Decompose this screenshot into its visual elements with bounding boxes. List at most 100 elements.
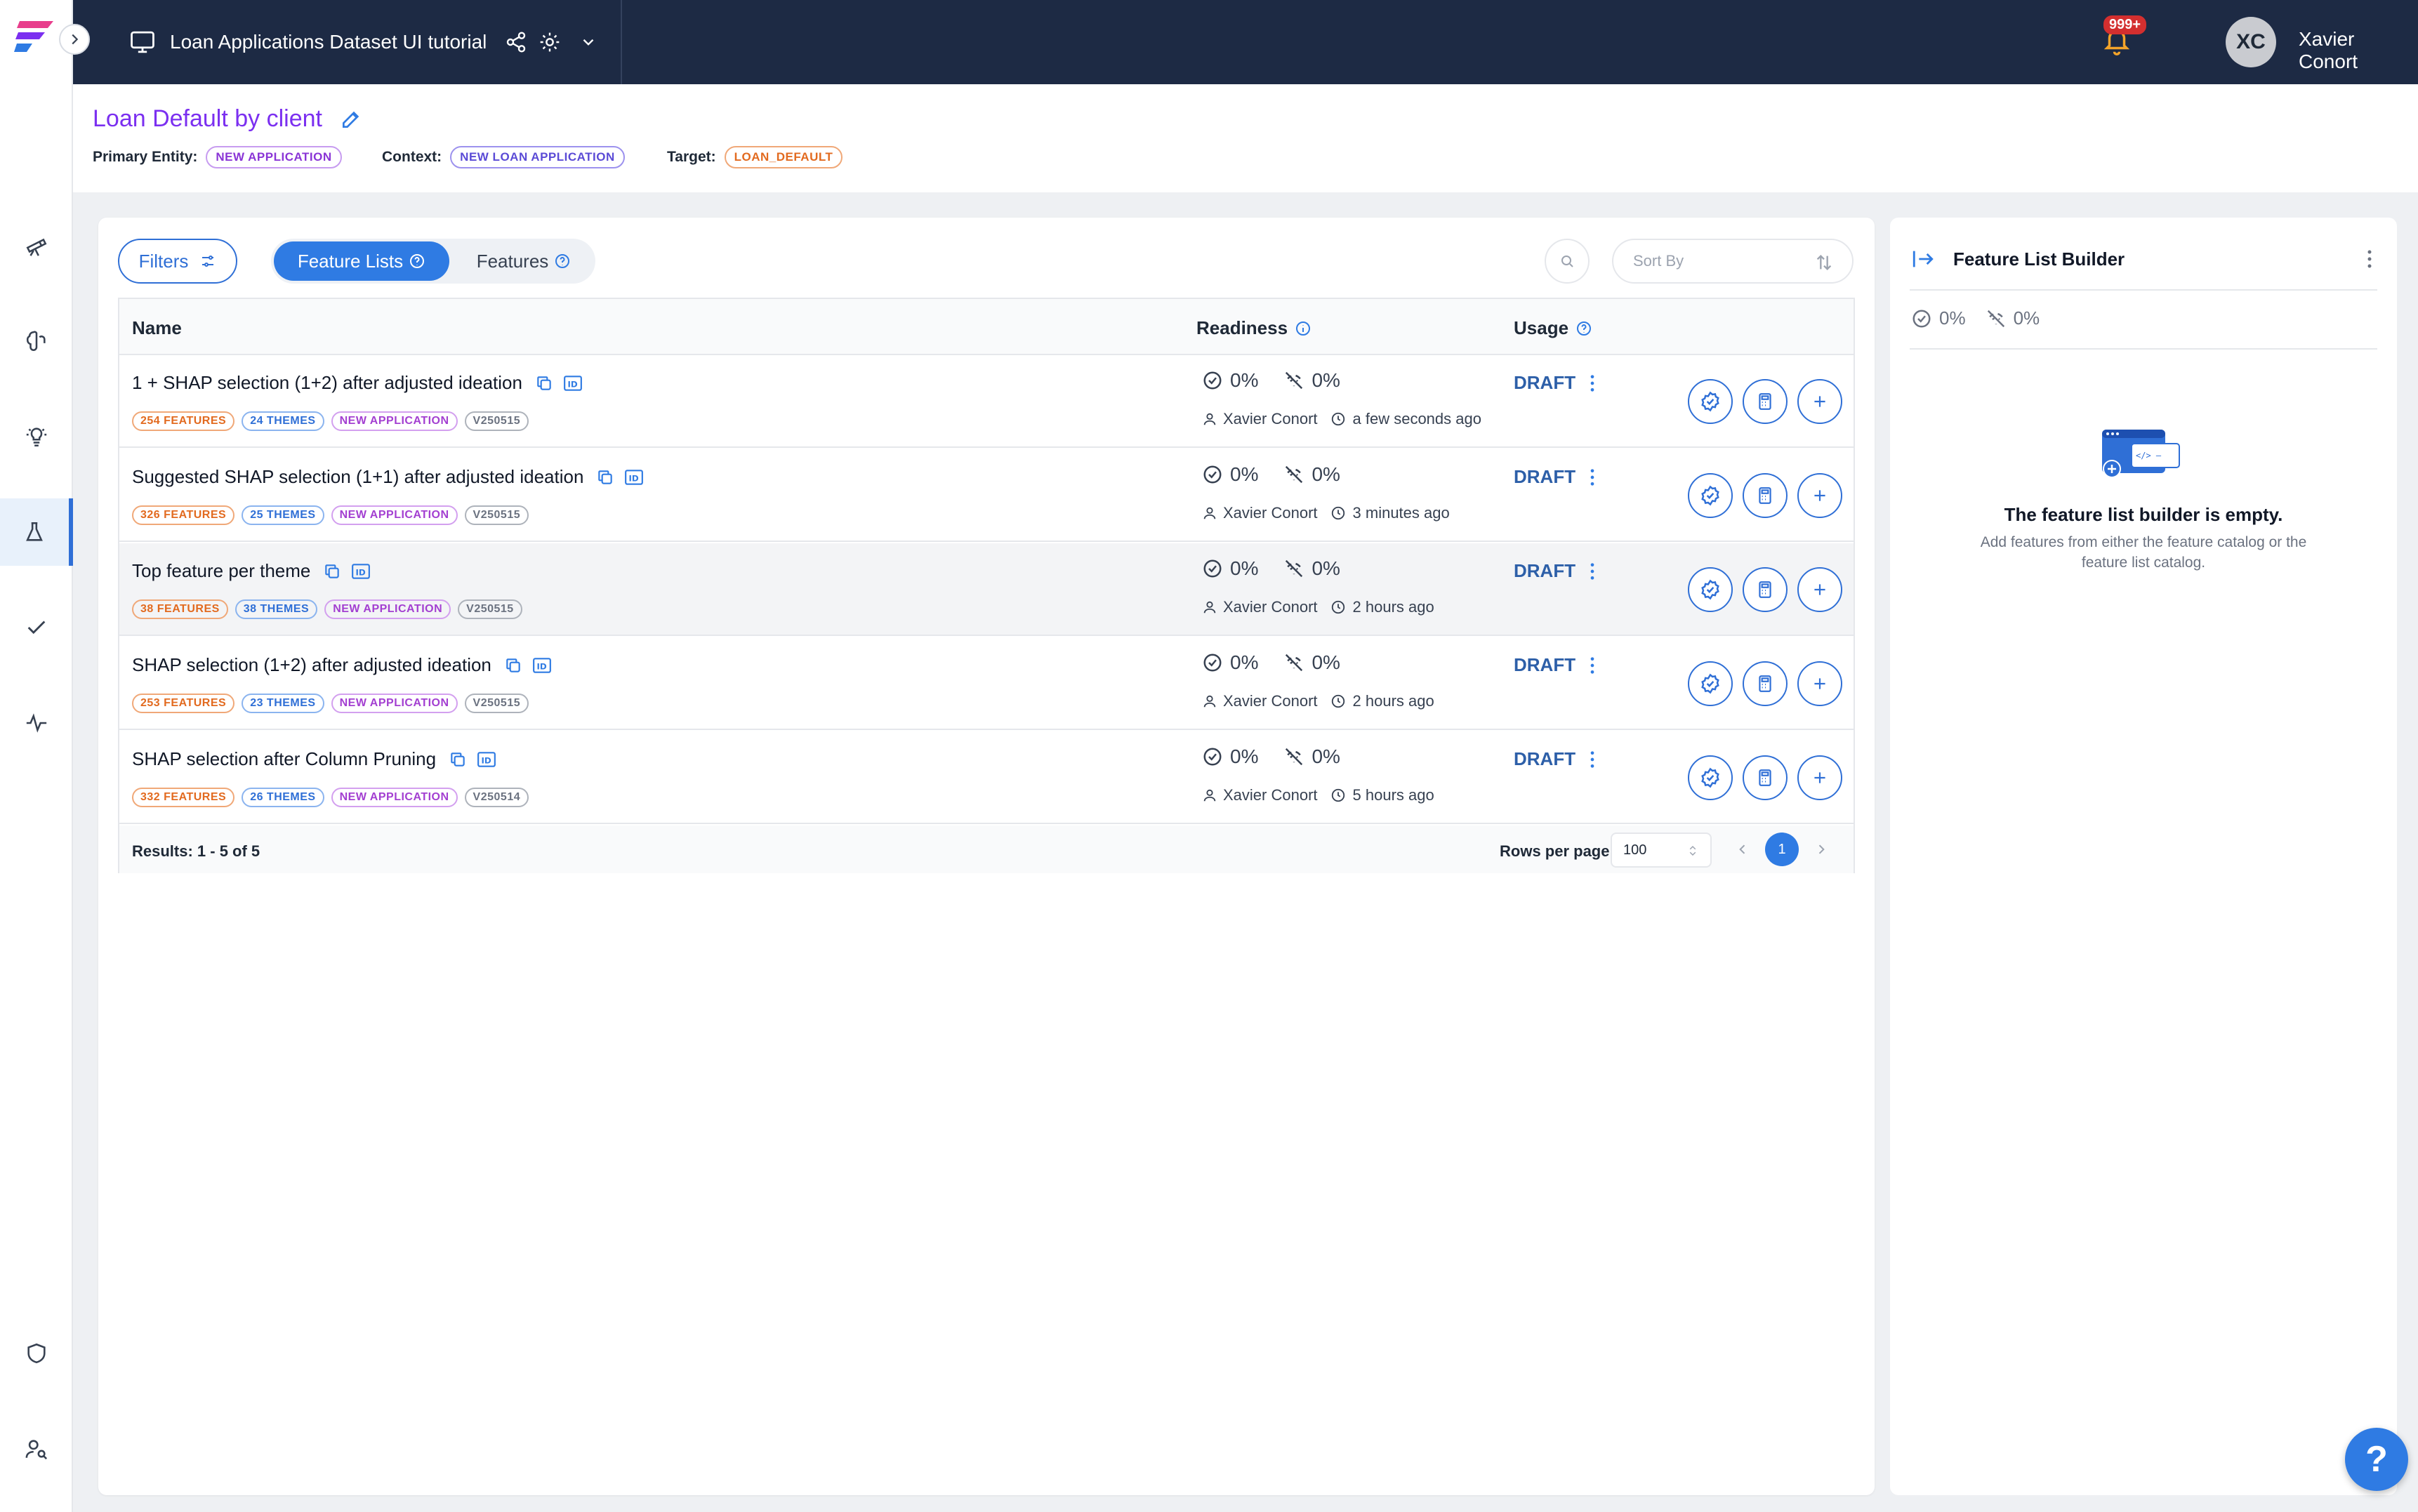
column-readiness[interactable]: Readiness <box>1196 317 1312 339</box>
telescope-icon[interactable] <box>0 212 73 279</box>
empty-state-description: Add features from either the feature cat… <box>1980 534 2307 571</box>
add-button[interactable] <box>1797 567 1842 612</box>
collapse-panel-icon[interactable] <box>1911 248 1935 270</box>
table-row[interactable]: SHAP selection after Column Pruning ID 332… <box>119 731 1854 824</box>
sidebar-collapse-button[interactable] <box>59 24 90 55</box>
rows-per-page-select[interactable]: 100 <box>1611 833 1712 868</box>
project-selector[interactable]: Loan Applications Dataset UI tutorial <box>73 0 622 84</box>
owner-info: Xavier Conort a few seconds ago <box>1202 410 1481 428</box>
column-usage-label: Usage <box>1514 317 1569 338</box>
id-icon[interactable]: ID <box>477 750 496 769</box>
kebab-menu-icon[interactable] <box>2366 248 2373 270</box>
kebab-menu-icon[interactable] <box>1590 373 1595 393</box>
feature-list-title[interactable]: SHAP selection after Column Pruning <box>132 748 436 770</box>
features-count-tag: 253 FEATURES <box>132 694 235 713</box>
copy-icon[interactable] <box>504 656 522 675</box>
calculator-button[interactable] <box>1743 755 1788 800</box>
search-button[interactable] <box>1545 239 1590 284</box>
page-current[interactable]: 1 <box>1765 833 1799 866</box>
user-name[interactable]: Xavier Conort <box>2299 28 2418 73</box>
approve-button[interactable] <box>1688 567 1733 612</box>
feature-lists-panel: Filters Feature Lists Features Sort By N… <box>98 218 1875 1495</box>
user-search-icon[interactable] <box>0 1415 73 1483</box>
id-icon[interactable]: ID <box>563 374 583 392</box>
feature-list-title[interactable]: SHAP selection (1+2) after adjusted idea… <box>132 654 491 676</box>
kebab-menu-icon[interactable] <box>1590 562 1595 581</box>
calculator-button[interactable] <box>1743 473 1788 518</box>
checkmark-icon[interactable] <box>0 594 73 661</box>
approve-button[interactable] <box>1688 661 1733 706</box>
help-circle-icon[interactable] <box>1575 320 1592 337</box>
status-badge[interactable]: DRAFT <box>1514 654 1595 676</box>
sort-by-select[interactable]: Sort By <box>1612 239 1854 284</box>
status-badge[interactable]: DRAFT <box>1514 560 1595 582</box>
edit-icon[interactable] <box>340 108 362 131</box>
chevron-left-icon[interactable] <box>1736 842 1750 856</box>
help-button[interactable]: ? <box>2345 1428 2408 1491</box>
chevron-down-icon[interactable] <box>579 33 597 51</box>
help-circle-icon <box>410 254 425 268</box>
id-icon[interactable]: ID <box>351 562 371 581</box>
ready-pct: 0% <box>1230 369 1259 391</box>
flask-icon[interactable] <box>0 498 73 566</box>
copy-icon[interactable] <box>535 374 553 392</box>
tab-feature-lists[interactable]: Feature Lists <box>274 241 449 281</box>
table-row[interactable]: Suggested SHAP selection (1+1) after adj… <box>119 449 1854 542</box>
view-toggle: Feature Lists Features <box>271 239 595 284</box>
feature-list-title[interactable]: Suggested SHAP selection (1+1) after adj… <box>132 466 583 488</box>
owner-name: Xavier Conort <box>1223 598 1318 616</box>
shield-icon[interactable] <box>0 1320 73 1387</box>
avatar[interactable]: XC <box>2226 17 2276 67</box>
check-circle-icon <box>1202 652 1223 673</box>
filters-button[interactable]: Filters <box>118 239 237 284</box>
calculator-button[interactable] <box>1743 661 1788 706</box>
status-badge[interactable]: DRAFT <box>1514 372 1595 394</box>
approve-button[interactable] <box>1688 379 1733 424</box>
monitor-icon <box>131 31 154 53</box>
kebab-menu-icon[interactable] <box>1590 467 1595 487</box>
brain-icon[interactable] <box>0 307 73 375</box>
copy-icon[interactable] <box>449 750 467 769</box>
copy-icon[interactable] <box>323 562 341 581</box>
tab-features[interactable]: Features <box>455 241 593 281</box>
features-count-tag: 254 FEATURES <box>132 411 235 431</box>
plus-icon <box>1811 486 1829 505</box>
gear-icon[interactable] <box>539 31 561 53</box>
app-logo[interactable] <box>14 17 59 55</box>
kebab-menu-icon[interactable] <box>1590 750 1595 769</box>
copy-icon[interactable] <box>596 468 614 486</box>
approve-button[interactable] <box>1688 473 1733 518</box>
owner-info: Xavier Conort 3 minutes ago <box>1202 504 1450 522</box>
status-badge[interactable]: DRAFT <box>1514 466 1595 488</box>
add-button[interactable] <box>1797 755 1842 800</box>
online-pct: 0% <box>1312 745 1340 767</box>
calculator-button[interactable] <box>1743 567 1788 612</box>
add-button[interactable] <box>1797 473 1842 518</box>
clock-icon <box>1330 505 1346 521</box>
feature-list-title[interactable]: Top feature per theme <box>132 560 310 582</box>
target: Target: LOAN_DEFAULT <box>667 146 843 168</box>
id-icon[interactable]: ID <box>532 656 552 675</box>
column-usage[interactable]: Usage <box>1514 317 1592 339</box>
chevron-right-icon[interactable] <box>1814 842 1828 856</box>
themes-count-tag: 23 THEMES <box>242 694 324 713</box>
approve-button[interactable] <box>1688 755 1733 800</box>
owner-info: Xavier Conort 5 hours ago <box>1202 786 1434 804</box>
table-row[interactable]: Top feature per theme ID 38 FEATURES 38 THE… <box>119 543 1854 636</box>
feature-list-title[interactable]: 1 + SHAP selection (1+2) after adjusted … <box>132 372 522 394</box>
table-row[interactable]: 1 + SHAP selection (1+2) after adjusted … <box>119 355 1854 448</box>
project-title: Loan Applications Dataset UI tutorial <box>170 31 487 53</box>
column-name[interactable]: Name <box>132 317 182 339</box>
share-icon[interactable] <box>505 31 527 53</box>
id-icon[interactable]: ID <box>624 468 644 486</box>
calculator-button[interactable] <box>1743 379 1788 424</box>
kebab-menu-icon[interactable] <box>1590 656 1595 675</box>
activity-icon[interactable] <box>0 689 73 757</box>
clock-icon <box>1330 694 1346 709</box>
lightbulb-icon[interactable] <box>0 403 73 470</box>
status-badge[interactable]: DRAFT <box>1514 748 1595 770</box>
table-row[interactable]: SHAP selection (1+2) after adjusted idea… <box>119 637 1854 730</box>
info-icon[interactable] <box>1295 320 1312 337</box>
add-button[interactable] <box>1797 661 1842 706</box>
add-button[interactable] <box>1797 379 1842 424</box>
